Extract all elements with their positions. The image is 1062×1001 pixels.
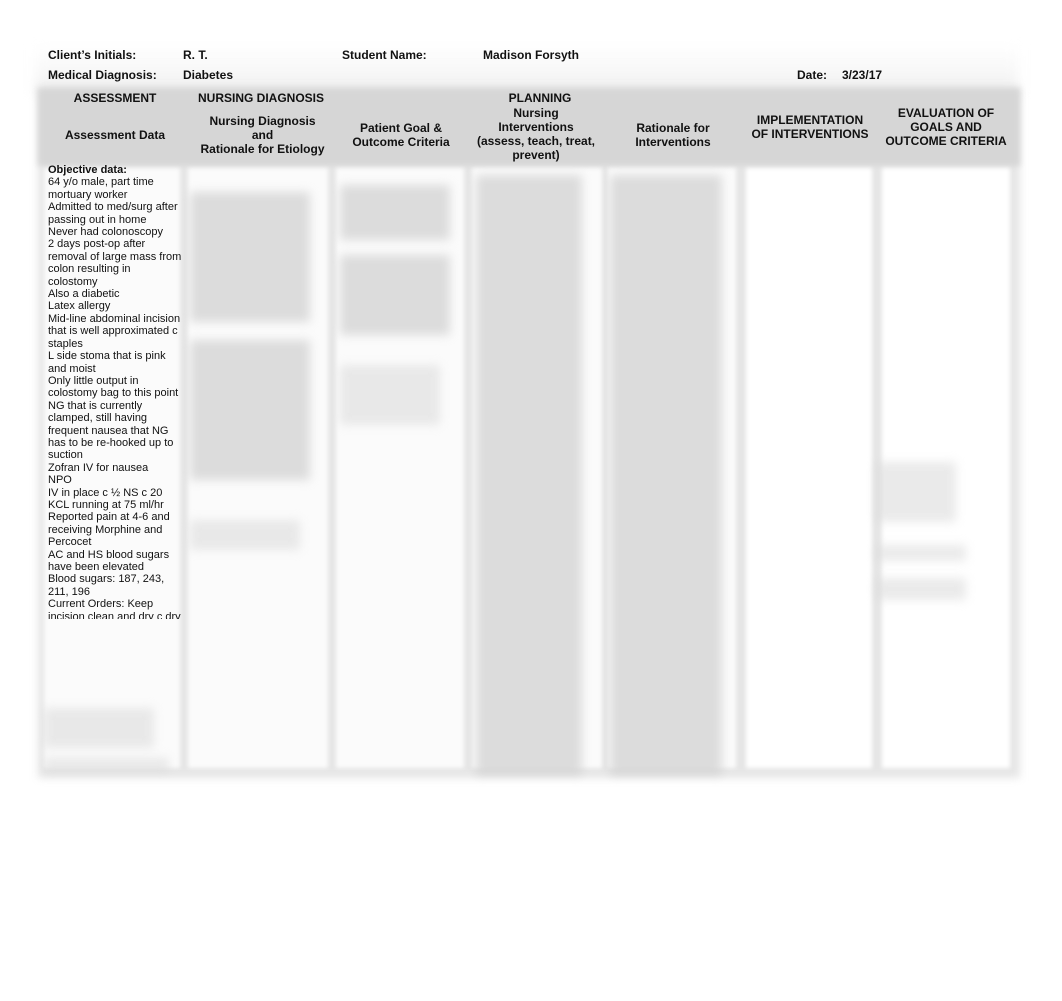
col-interventions-line3: (assess, teach, treat, — [476, 134, 596, 148]
col-implementation-line1: IMPLEMENTATION — [756, 113, 864, 127]
student-name-label: Student Name: — [342, 48, 427, 62]
assessment-data-line: L side stoma that is pink — [48, 350, 166, 363]
section-nursing-diagnosis: NURSING DIAGNOSIS — [197, 91, 324, 105]
assessment-data-line: 211, 196 — [48, 585, 91, 598]
section-planning: PLANNING — [508, 91, 572, 105]
col-patient-goal-line2: Outcome Criteria — [352, 135, 450, 149]
col-interventions-line1: Nursing — [513, 106, 559, 120]
assessment-data-line: NG that is currently — [48, 399, 143, 412]
assessment-data-line: and moist — [48, 362, 96, 375]
col-rationale: Rationale for Interventions — [614, 121, 732, 149]
assessment-data-line: IV in place c ½ NS c 20 — [48, 486, 163, 499]
client-initials-label: Client’s Initials: — [48, 48, 137, 62]
assessment-data-line: Only little output in — [48, 374, 139, 387]
col-implementation-line2: OF INTERVENTIONS — [751, 127, 869, 141]
assessment-data-line: Mid-line abdominal incision — [48, 312, 181, 325]
obscured-diagnosis-text — [190, 192, 310, 322]
col-evaluation-line3: OUTCOME CRITERIA — [885, 134, 1007, 148]
col-evaluation-line2: GOALS AND — [910, 120, 982, 134]
assessment-data-line: Never had colonoscopy — [48, 226, 163, 239]
obscured-goal-text — [340, 365, 440, 425]
medical-diagnosis-value: Diabetes — [183, 68, 234, 82]
obscured-assessment-text — [44, 708, 154, 748]
student-name-value: Madison Forsyth — [483, 48, 580, 62]
assessment-data-line: 64 y/o male, part time — [48, 176, 154, 189]
assessment-data-line: passing out in home — [48, 213, 147, 226]
assessment-data-line: Also a diabetic — [48, 288, 120, 301]
obscured-goal-text — [340, 185, 450, 240]
col-interventions: Nursing Interventions (assess, teach, tr… — [470, 106, 602, 162]
assessment-data-line: clamped, still having — [48, 412, 148, 425]
assessment-data-line: 2 days post-op after — [48, 238, 146, 251]
assessment-data-line: incision clean and dry c dry — [48, 610, 181, 619]
care-plan-page: Client’s Initials: R. T. Student Name: M… — [0, 0, 1062, 1001]
objective-data-heading: Objective data: — [48, 164, 127, 176]
assessment-data-line: mortuary worker — [48, 188, 128, 201]
col-evaluation-line1: EVALUATION OF — [897, 106, 995, 120]
section-assessment: ASSESSMENT — [73, 91, 157, 105]
assessment-data-line: receiving Morphine and — [48, 523, 163, 536]
obscured-assessment-text — [44, 758, 169, 772]
implementation-column — [746, 168, 872, 768]
assessment-data-line: Reported pain at 4-6 and — [48, 511, 170, 524]
obscured-evaluation-text — [876, 578, 966, 600]
assessment-data-line: Latex allergy — [48, 300, 111, 313]
client-initials-value: R. T. — [183, 48, 208, 62]
assessment-data-cell: Objective data: 64 y/o male, part time mo… — [48, 164, 182, 619]
assessment-data-text: Objective data: 64 y/o male, part time mo… — [48, 164, 182, 619]
date-value: 3/23/17 — [842, 68, 883, 82]
col-rationale-line2: Interventions — [635, 135, 711, 149]
obscured-diagnosis-text — [190, 520, 300, 550]
assessment-data-line: staples — [48, 337, 83, 350]
col-nursing-diagnosis: Nursing Diagnosis and Rationale for Etio… — [190, 114, 335, 156]
col-patient-goal-line1: Patient Goal & — [359, 121, 442, 135]
assessment-data-line: suction — [48, 449, 83, 462]
col-rationale-line1: Rationale for — [636, 121, 710, 135]
obscured-evaluation-text — [876, 462, 956, 522]
col-interventions-line2: Interventions — [498, 120, 574, 134]
col-evaluation: EVALUATION OF GOALS AND OUTCOME CRITERIA — [880, 106, 1012, 148]
col-nursing-diagnosis-line3: Rationale for Etiology — [200, 142, 325, 156]
col-interventions-line4: prevent) — [512, 148, 560, 162]
obscured-interventions-text — [476, 175, 582, 775]
col-implementation: IMPLEMENTATION OF INTERVENTIONS — [746, 113, 874, 141]
obscured-rationale-text — [610, 175, 722, 775]
assessment-data-line: has to be re-hooked up to — [48, 436, 174, 449]
col-nursing-diagnosis-line1: Nursing Diagnosis — [209, 114, 316, 128]
col-nursing-diagnosis-line2: and — [251, 128, 274, 142]
assessment-data-line: Current Orders: Keep — [48, 598, 154, 611]
assessment-data-line: colostomy bag to this point — [48, 387, 179, 400]
assessment-data-line: Admitted to med/surg after — [48, 201, 178, 214]
assessment-data-line: KCL running at 75 ml/hr — [48, 498, 164, 511]
obscured-goal-text — [340, 255, 450, 335]
medical-diagnosis-label: Medical Diagnosis: — [48, 68, 157, 82]
assessment-data-line: have been elevated — [48, 561, 145, 573]
assessment-data-line: NPO — [48, 474, 72, 487]
col-assessment-data: Assessment Data — [64, 128, 166, 142]
assessment-data-line: that is well approximated c — [48, 325, 178, 338]
assessment-data-line: frequent nausea that NG — [48, 424, 169, 437]
assessment-data-line: AC and HS blood sugars — [48, 548, 170, 561]
assessment-data-line: colon resulting in — [48, 263, 131, 276]
col-patient-goal: Patient Goal & Outcome Criteria — [340, 121, 462, 149]
assessment-data-line: colostomy — [48, 275, 98, 288]
date-label: Date: — [797, 68, 828, 82]
assessment-data-line: Blood sugars: 187, 243, — [48, 573, 165, 586]
assessment-data-line: Percocet — [48, 536, 92, 549]
obscured-diagnosis-text — [190, 340, 310, 480]
assessment-data-line: Zofran IV for nausea — [48, 461, 149, 474]
obscured-evaluation-text — [876, 545, 966, 561]
assessment-data-line: removal of large mass from — [48, 250, 182, 263]
